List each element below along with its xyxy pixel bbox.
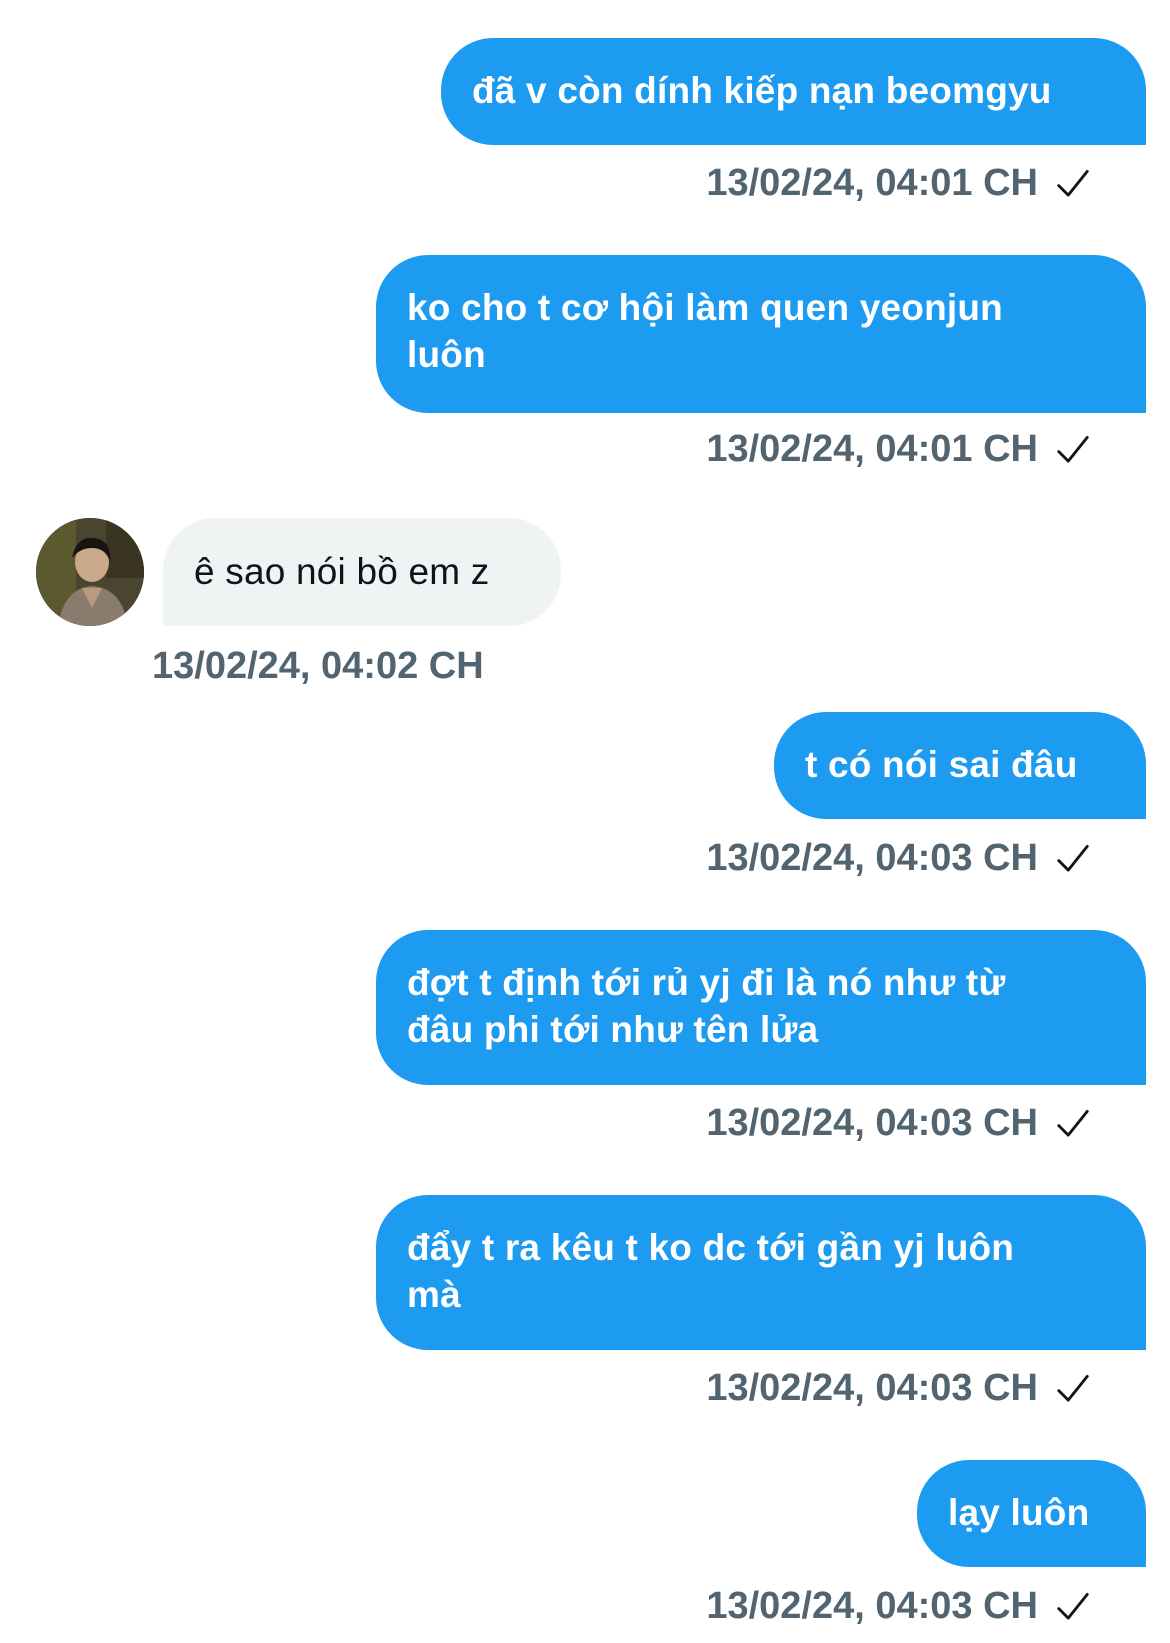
message-timestamp-row: 13/02/24, 04:02 CH <box>152 645 484 688</box>
message-timestamp-row: 13/02/24, 04:03 CH <box>706 1367 1092 1410</box>
message-timestamp: 13/02/24, 04:02 CH <box>152 645 484 687</box>
check-icon <box>1054 431 1092 469</box>
message-timestamp: 13/02/24, 04:03 CH <box>706 837 1038 879</box>
check-icon <box>1054 165 1092 203</box>
message-timestamp-row: 13/02/24, 04:03 CH <box>706 1585 1092 1628</box>
user-avatar[interactable] <box>36 518 144 626</box>
outgoing-message-bubble[interactable]: t có nói sai đâu <box>774 712 1146 819</box>
message-timestamp-row: 13/02/24, 04:03 CH <box>706 1102 1092 1145</box>
message-timestamp: 13/02/24, 04:03 CH <box>706 1367 1038 1409</box>
outgoing-message-bubble[interactable]: đợt t định tới rủ yj đi là nó như từ đâu… <box>376 930 1146 1085</box>
incoming-message-bubble[interactable]: ê sao nói bồ em z <box>163 518 561 626</box>
message-timestamp: 13/02/24, 04:01 CH <box>706 162 1038 204</box>
check-icon <box>1054 1370 1092 1408</box>
message-timestamp: 13/02/24, 04:03 CH <box>706 1585 1038 1627</box>
outgoing-message-bubble[interactable]: ko cho t cơ hội làm quen yeonjun luôn <box>376 255 1146 413</box>
outgoing-message-bubble[interactable]: đẩy t ra kêu t ko dc tới gần yj luôn mà <box>376 1195 1146 1350</box>
conversation-thread: đã v còn dính kiếp nạn beomgyu 13/02/24,… <box>0 0 1170 1643</box>
message-timestamp-row: 13/02/24, 04:01 CH <box>706 428 1092 471</box>
check-icon <box>1054 1105 1092 1143</box>
check-icon <box>1054 1588 1092 1626</box>
message-timestamp-row: 13/02/24, 04:01 CH <box>706 162 1092 205</box>
message-timestamp-row: 13/02/24, 04:03 CH <box>706 837 1092 880</box>
outgoing-message-bubble[interactable]: lạy luôn <box>917 1460 1146 1567</box>
outgoing-message-bubble[interactable]: đã v còn dính kiếp nạn beomgyu <box>441 38 1146 145</box>
message-timestamp: 13/02/24, 04:03 CH <box>706 1102 1038 1144</box>
check-icon <box>1054 840 1092 878</box>
message-timestamp: 13/02/24, 04:01 CH <box>706 428 1038 470</box>
